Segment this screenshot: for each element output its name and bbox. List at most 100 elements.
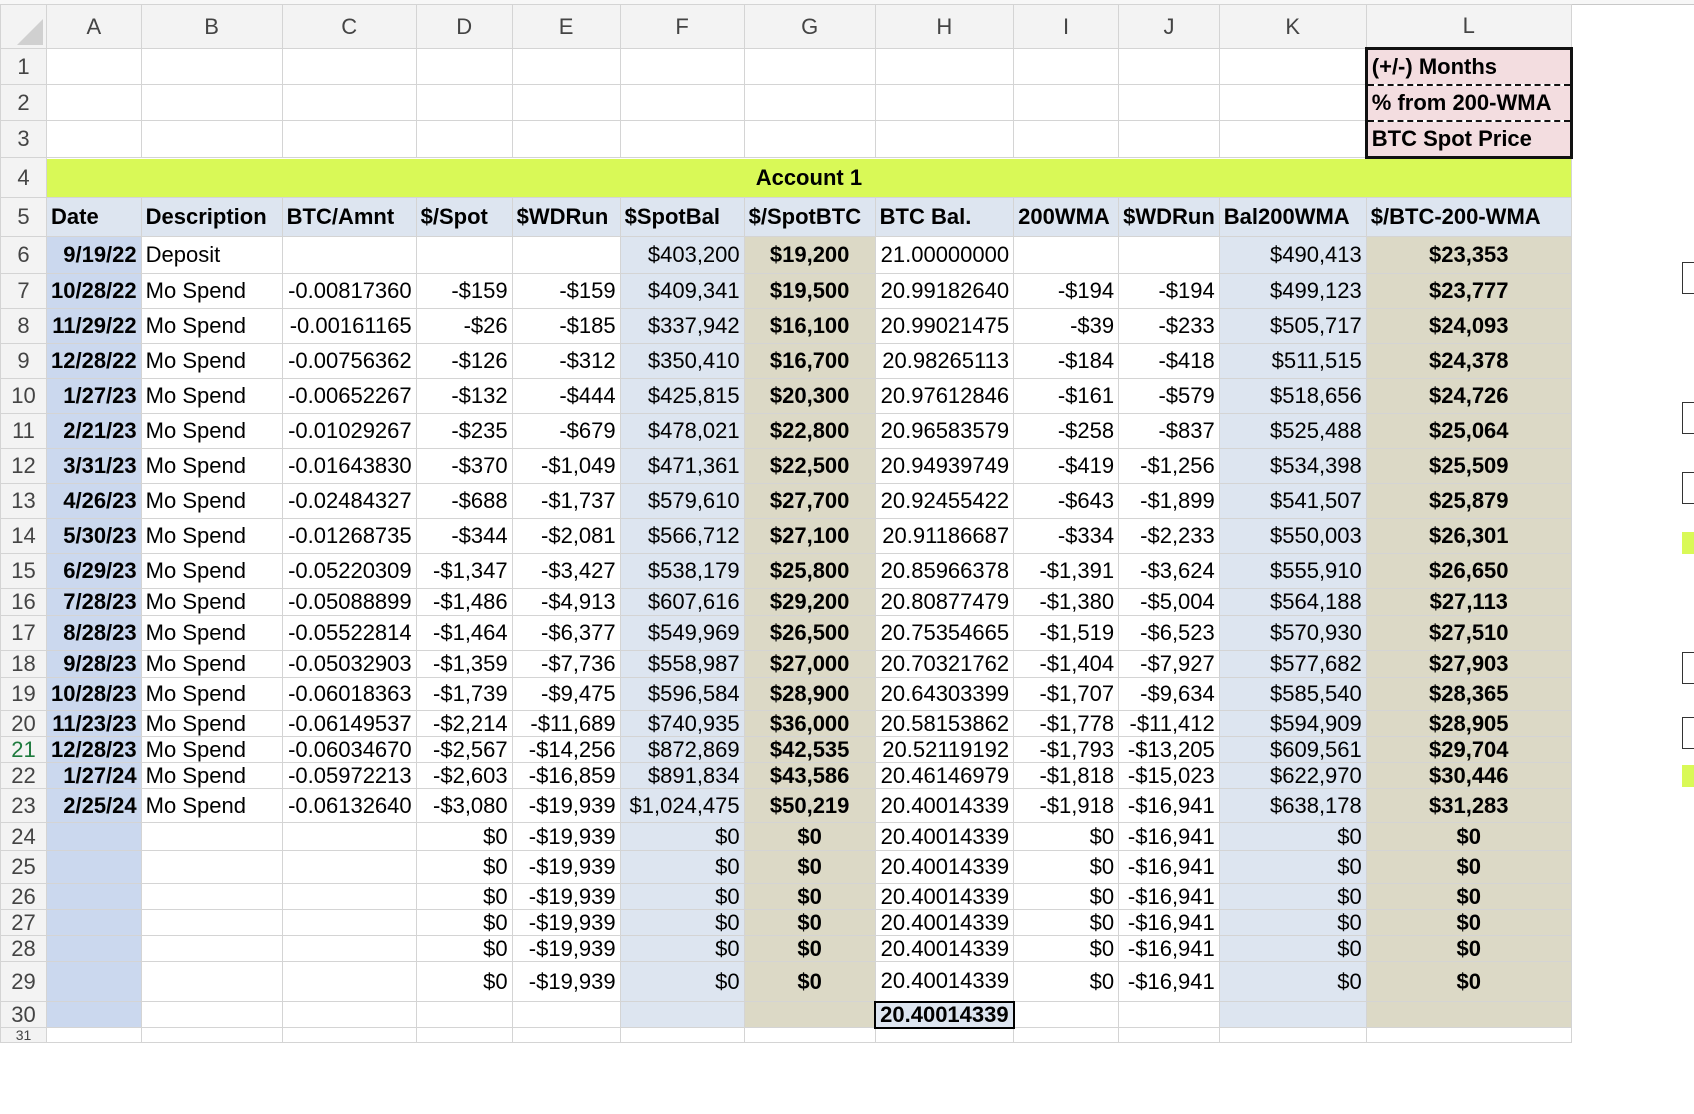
column-header-l[interactable]: L [1365,4,1572,49]
cell[interactable]: $499,123 [1218,273,1367,309]
column-title[interactable]: $/SpotBTC [743,197,876,237]
cell[interactable]: -0.05972213 [281,762,417,789]
cell[interactable]: $471,361 [619,448,745,484]
cell[interactable]: $403,200 [619,236,745,274]
cell[interactable]: 12/28/23 [46,736,142,763]
cell[interactable]: 7/28/23 [46,588,142,616]
legend-cell[interactable]: % from 200-WMA [1364,84,1573,122]
cell[interactable] [1218,84,1367,121]
row-header[interactable]: 15 [0,553,47,589]
cell[interactable]: -$370 [415,448,513,484]
cell[interactable]: $0 [743,822,876,851]
cell[interactable]: -$6,523 [1118,615,1220,651]
row-header[interactable]: 12 [0,448,47,484]
column-header-c[interactable]: C [281,4,417,49]
cell[interactable]: Mo Spend [140,710,283,737]
cell[interactable]: $0 [1013,961,1120,1002]
cell[interactable]: $585,540 [1218,677,1367,711]
cell[interactable]: -$16,941 [1118,909,1220,936]
cell[interactable]: -$16,941 [1118,788,1220,823]
row-header[interactable]: 26 [0,883,47,910]
cell[interactable]: -$4,913 [511,588,621,616]
row-header[interactable]: 9 [0,343,47,379]
cell[interactable]: -$184 [1013,343,1120,379]
row-header[interactable]: 21 [0,736,47,763]
cell[interactable]: 9/28/23 [46,650,142,678]
cell[interactable]: -$1,778 [1013,710,1120,737]
cell[interactable]: 1/27/24 [46,762,142,789]
cell[interactable] [140,909,283,936]
cell[interactable] [1218,1027,1367,1043]
column-header-b[interactable]: B [140,4,283,49]
cell[interactable] [1013,48,1120,85]
cell[interactable]: $16,100 [743,308,876,344]
cell[interactable]: -$185 [511,308,621,344]
cell[interactable]: $0 [415,822,513,851]
column-title[interactable]: 200WMA [1013,197,1120,237]
cell[interactable]: $0 [1365,961,1572,1002]
cell[interactable]: Mo Spend [140,650,283,678]
cell[interactable]: -$16,941 [1118,935,1220,962]
row-header[interactable]: 29 [0,961,47,1002]
cell[interactable]: $26,301 [1365,518,1572,554]
column-header-e[interactable]: E [511,4,621,49]
cell[interactable]: $0 [1013,935,1120,962]
cell[interactable]: $0 [743,850,876,884]
account-banner[interactable]: Account 1 [46,157,1572,198]
cell[interactable]: $0 [1218,883,1367,910]
cell[interactable] [140,822,283,851]
cell[interactable]: $596,584 [619,677,745,711]
cell[interactable]: $29,200 [743,588,876,616]
cell[interactable]: -$16,941 [1118,883,1220,910]
column-title[interactable]: BTC/Amnt [281,197,417,237]
cell[interactable]: 20.40014339 [874,909,1015,936]
cell[interactable]: 20.52119192 [874,736,1015,763]
cell[interactable] [874,120,1015,158]
cell[interactable]: -$16,941 [1118,850,1220,884]
cell[interactable]: -$334 [1013,518,1120,554]
cell[interactable]: -$1,404 [1013,650,1120,678]
row-header[interactable]: 25 [0,850,47,884]
cell[interactable] [140,1001,283,1028]
row-header[interactable]: 22 [0,762,47,789]
cell[interactable]: $594,909 [1218,710,1367,737]
row-header[interactable]: 5 [0,197,47,237]
cell[interactable]: $0 [619,883,745,910]
row-header[interactable]: 27 [0,909,47,936]
cell[interactable]: $558,987 [619,650,745,678]
row-header[interactable]: 11 [0,413,47,449]
column-header-h[interactable]: H [874,4,1015,49]
cell[interactable] [415,1027,513,1043]
cell[interactable]: $1,024,475 [619,788,745,823]
cell[interactable]: $0 [619,909,745,936]
cell[interactable]: $550,003 [1218,518,1367,554]
cell[interactable]: -$1,347 [415,553,513,589]
cell[interactable]: $28,900 [743,677,876,711]
cell[interactable]: $25,800 [743,553,876,589]
cell[interactable] [743,120,876,158]
cell[interactable]: -$1,899 [1118,483,1220,519]
cell[interactable]: $50,219 [743,788,876,823]
cell[interactable]: -$1,707 [1013,677,1120,711]
cell[interactable]: $26,500 [743,615,876,651]
cell[interactable]: $622,970 [1218,762,1367,789]
cell[interactable]: $0 [1365,909,1572,936]
cell[interactable] [46,935,142,962]
column-title[interactable]: $SpotBal [619,197,745,237]
cell[interactable]: -$161 [1013,378,1120,414]
cell[interactable] [1118,120,1220,158]
cell[interactable] [743,48,876,85]
cell[interactable] [281,822,417,851]
cell[interactable] [1013,1027,1120,1043]
cell[interactable]: -0.02484327 [281,483,417,519]
cell[interactable]: $337,942 [619,308,745,344]
cell[interactable]: -$1,737 [511,483,621,519]
cell[interactable]: $505,717 [1218,308,1367,344]
row-header[interactable]: 16 [0,588,47,616]
cell[interactable]: -$19,939 [511,909,621,936]
cell[interactable]: $0 [1365,850,1572,884]
cell[interactable]: $23,353 [1365,236,1572,274]
cell[interactable]: -0.01029267 [281,413,417,449]
cell[interactable] [874,1027,1015,1043]
cell[interactable]: $28,365 [1365,677,1572,711]
